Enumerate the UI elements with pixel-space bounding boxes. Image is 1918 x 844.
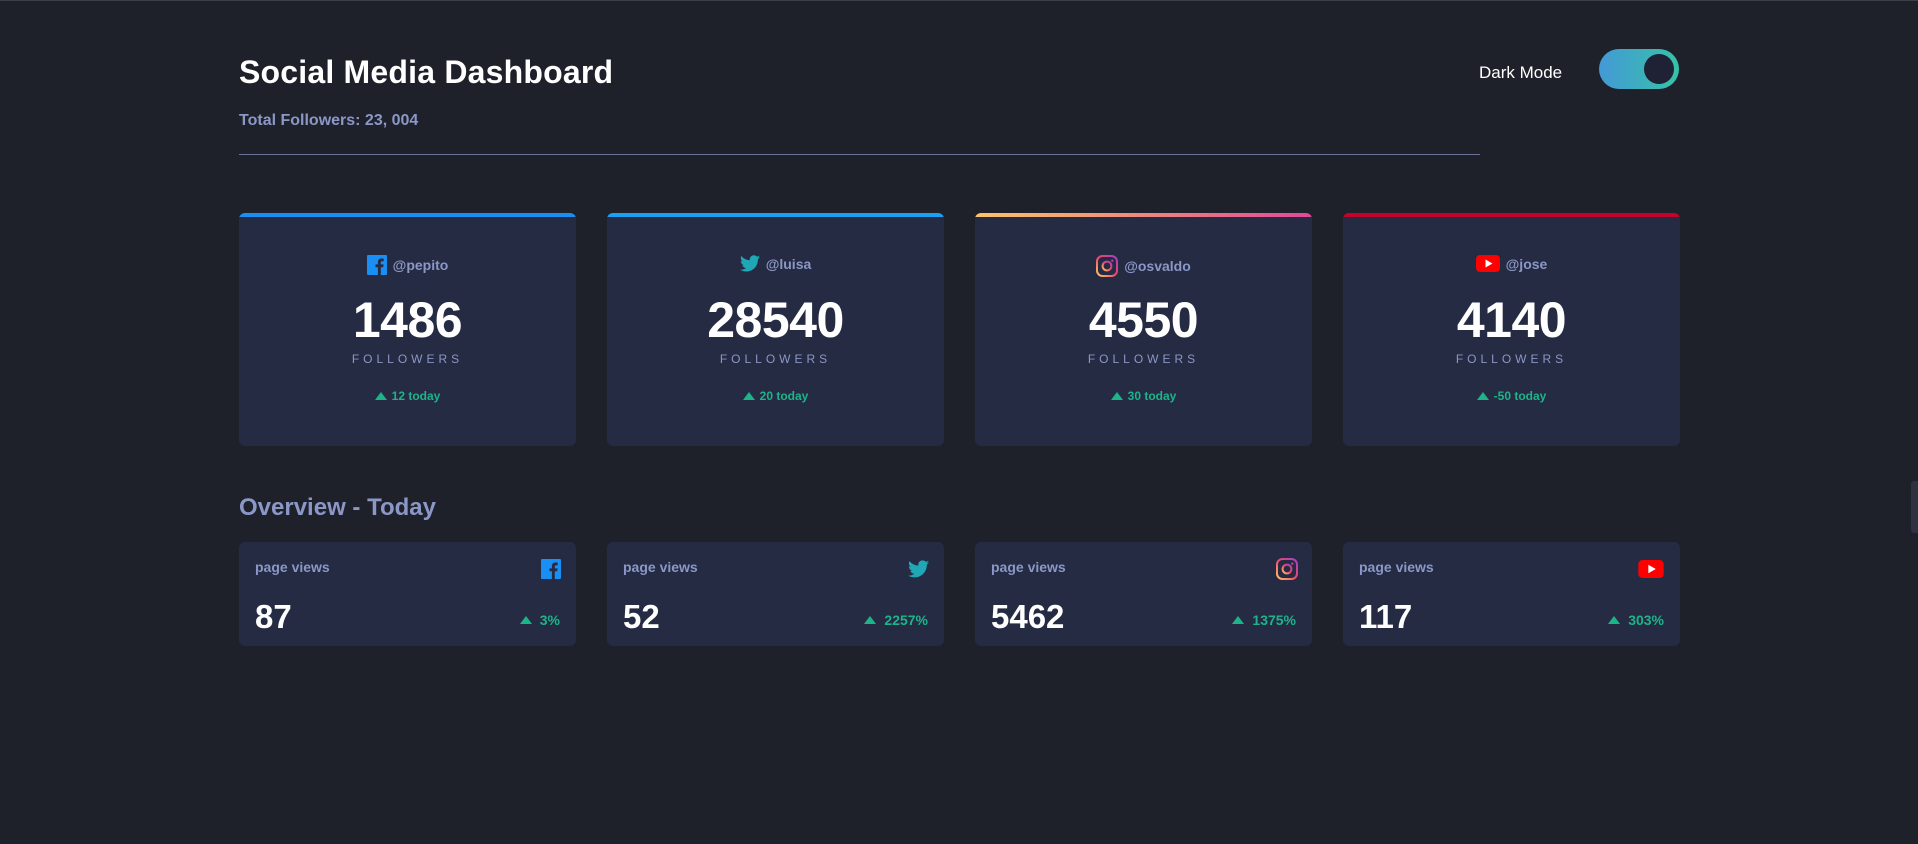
today-change-text: 12 today [391,389,441,403]
follower-count: 4140 [1456,292,1567,348]
total-followers: Total Followers: 23, 004 [239,112,419,129]
card-twitter[interactable]: @luisa 28540 FOLLOWERS 20 today [607,213,944,446]
dark-mode-label: Dark Mode [1479,63,1563,82]
page-title: Social Media Dashboard [239,54,614,90]
overview-value: 52 [623,598,660,635]
overview-change: 3% [519,612,560,628]
up-arrow-icon [1476,392,1489,400]
youtube-icon [1638,558,1664,580]
instagram-icon [1276,558,1298,580]
overview-change-text: 1375% [1252,612,1296,628]
account-handle: @luisa [765,255,812,272]
card-accent-bar [607,213,944,217]
followers-label: FOLLOWERS [1455,352,1568,366]
overview-card-twitter[interactable]: page views 52 2257% [607,542,944,646]
account-handle: @pepito [392,257,449,273]
up-arrow-icon [519,616,532,624]
handle-row: @jose [1343,255,1680,272]
dark-mode-toggle[interactable] [1599,49,1679,89]
youtube-icon [1475,255,1500,272]
twitter-icon [908,558,930,580]
today-change: -50 today [1343,389,1680,403]
card-accent-bar [975,213,1312,217]
up-arrow-icon [1232,616,1245,624]
overview-change-text: 3% [539,612,560,628]
overview-value: 5462 [991,598,1065,635]
handle-row: @luisa [607,255,944,272]
handle-row: @pepito [239,255,576,275]
account-handle: @jose [1505,255,1548,272]
today-change-text: 30 today [1127,389,1177,403]
overview-card-instagram[interactable]: page views 5462 1375% [975,542,1312,646]
overview-card-facebook[interactable]: page views 87 3% [239,542,576,646]
follower-count: 4550 [1088,292,1199,348]
follower-count: 28540 [707,292,844,348]
overview-change: 303% [1608,612,1664,628]
today-change-text: -50 today [1493,389,1547,403]
card-accent-bar [1343,213,1680,217]
overview-cards: page views 87 3% page views 52 2257% pag… [239,542,1680,646]
overview-value: 87 [255,598,292,635]
toggle-knob [1644,54,1674,84]
header-divider [239,154,1480,155]
followers-label: FOLLOWERS [719,352,832,366]
facebook-icon [540,558,562,580]
card-instagram[interactable]: @osvaldo 4550 FOLLOWERS 30 today [975,213,1312,446]
today-change: 20 today [607,389,944,403]
today-change-text: 20 today [759,389,809,403]
followers-label: FOLLOWERS [1087,352,1200,366]
card-facebook[interactable]: @pepito 1486 FOLLOWERS 12 today [239,213,576,446]
instagram-icon [1096,255,1119,277]
today-change: 12 today [239,389,576,403]
overview-title: Overview - Today [239,494,436,521]
up-arrow-icon [864,616,877,624]
overview-label: page views [255,559,330,575]
twitter-icon [739,255,760,272]
header: Social Media Dashboard Total Followers: … [239,0,1679,160]
overview-card-youtube[interactable]: page views 117 303% [1343,542,1680,646]
overview-label: page views [1359,559,1434,575]
overview-value: 117 [1359,598,1413,635]
side-panel-handle[interactable] [1911,481,1918,533]
up-arrow-icon [1110,392,1123,400]
dashboard: Social Media Dashboard Total Followers: … [239,0,1680,646]
follower-cards: @pepito 1486 FOLLOWERS 12 today @luisa 2… [239,213,1680,446]
account-handle: @osvaldo [1124,258,1191,274]
overview-change: 2257% [864,612,928,628]
up-arrow-icon [1608,616,1621,624]
card-accent-bar [239,213,576,217]
card-youtube[interactable]: @jose 4140 FOLLOWERS -50 today [1343,213,1680,446]
facebook-icon [366,255,387,275]
handle-row: @osvaldo [975,255,1312,277]
overview-label: page views [623,559,698,575]
overview-change: 1375% [1232,612,1296,628]
up-arrow-icon [742,392,755,400]
overview-label: page views [991,559,1066,575]
follower-count: 1486 [352,292,463,348]
overview-change-text: 303% [1628,612,1664,628]
followers-label: FOLLOWERS [351,352,464,366]
overview-change-text: 2257% [884,612,928,628]
up-arrow-icon [374,392,387,400]
today-change: 30 today [975,389,1312,403]
